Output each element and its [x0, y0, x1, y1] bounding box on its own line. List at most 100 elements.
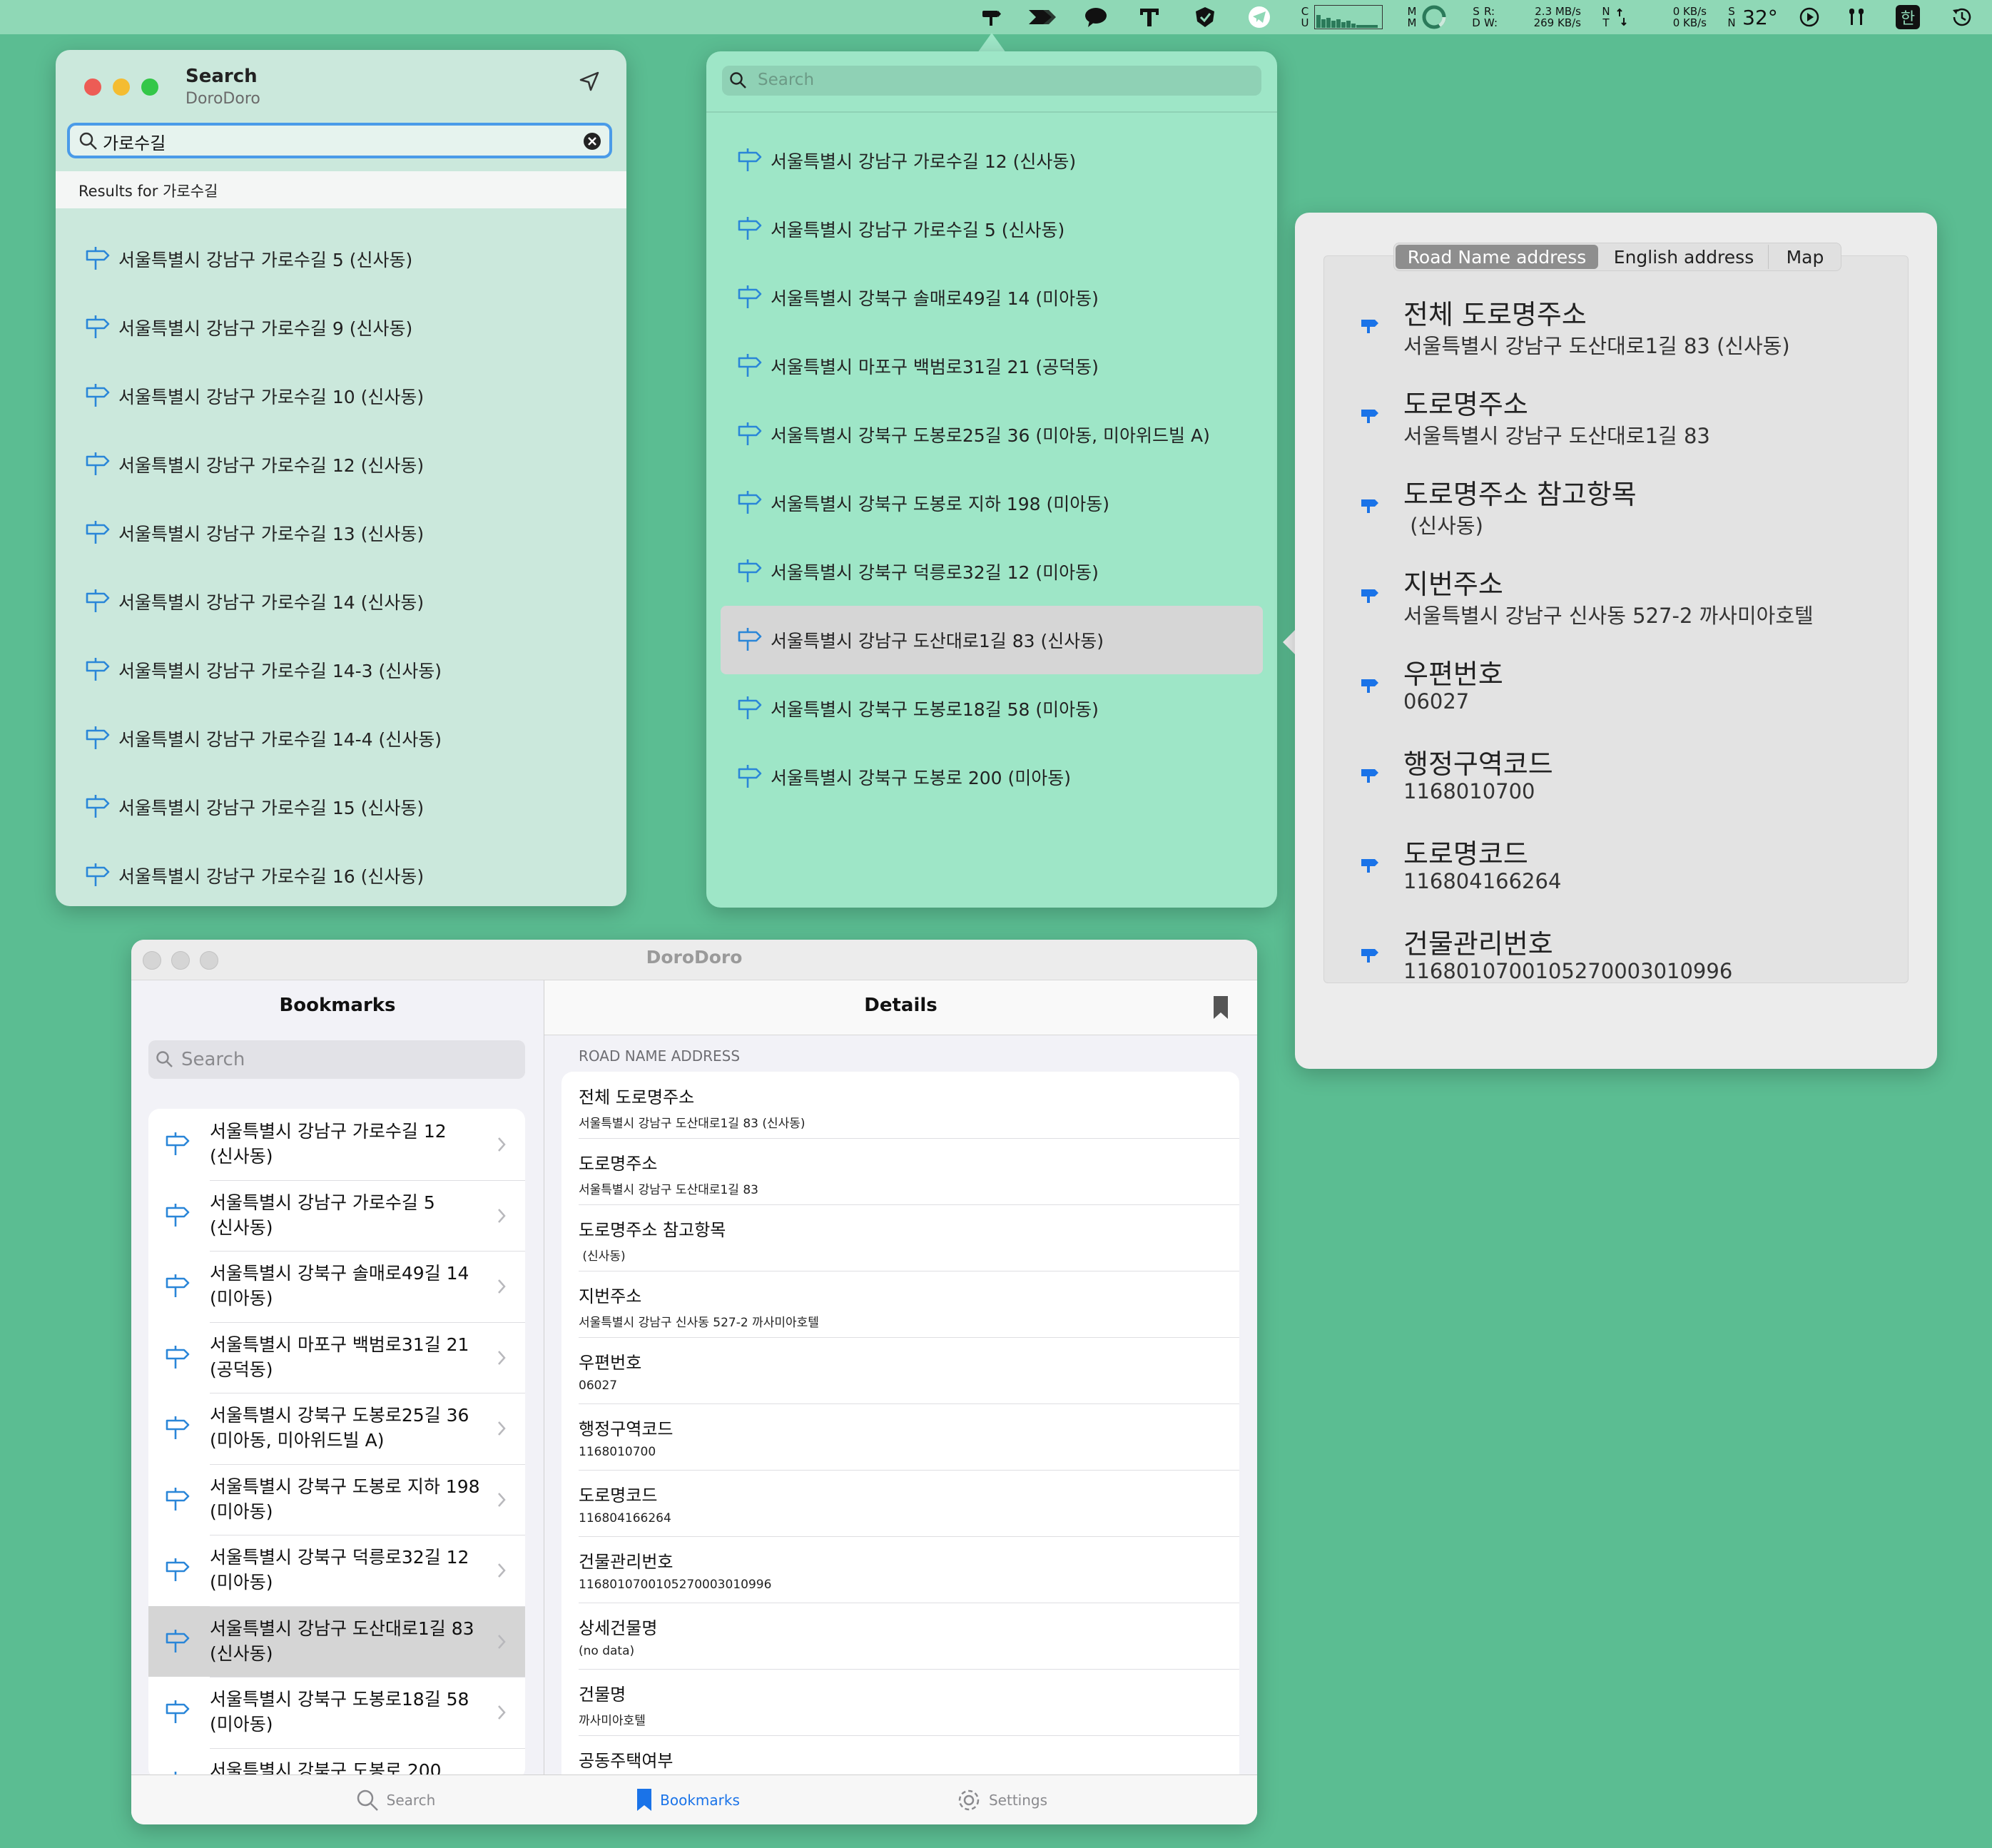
row-separator	[210, 1463, 525, 1465]
bookmark-icon[interactable]	[1211, 995, 1230, 1020]
direct-icon[interactable]	[1025, 0, 1059, 34]
tab-search[interactable]: Search	[345, 1781, 445, 1819]
detail-row[interactable]: 건물관리번호 1168010700105270003010996	[561, 1536, 1239, 1603]
signpost-icon	[163, 1556, 191, 1585]
detail-field: 도로명주소 서울특별시 강남구 도산대로1길 83	[1323, 380, 1909, 465]
bookmark-row[interactable]: 서울특별시 강남구 도산대로1길 83 (신사동)	[148, 1605, 525, 1677]
bookmark-line2: (미아동)	[210, 1714, 273, 1735]
result-label: 서울특별시 강남구 가로수길 16 (신사동)	[118, 866, 425, 887]
tab-settings[interactable]: Settings	[952, 1781, 1052, 1819]
cpu-graph[interactable]	[1313, 0, 1384, 34]
close-button[interactable]	[84, 78, 101, 96]
tab-settings-label: Settings	[988, 1792, 1048, 1809]
bookmark-row[interactable]: 서울특별시 강북구 도봉로25길 36 (미아동, 미아위드빌 A)	[148, 1393, 525, 1463]
detail-row[interactable]: 지번주소 서울특별시 강남구 신사동 527-2 까사미아호텔	[561, 1271, 1239, 1337]
bookmark-row[interactable]: 서울특별시 강북구 솔매로49길 14 (미아동)	[148, 1251, 525, 1321]
tab-map[interactable]: Map	[1769, 245, 1841, 269]
chevron-right-icon	[498, 1492, 506, 1507]
bookmark-row[interactable]: 서울특별시 강북구 도봉로 지하 198 (미아동)	[148, 1463, 525, 1535]
result-row[interactable]: 서울특별시 강남구 가로수길 14 (신사동)	[56, 567, 626, 636]
detail-row[interactable]: 도로명주소 참고항목 (신사동)	[561, 1204, 1239, 1271]
bookmark-line1: 서울특별시 강남구 가로수길 12	[210, 1121, 447, 1142]
bookmark-row[interactable]: 서울특별시 강북구 덕릉로32길 12 (미아동)	[148, 1535, 525, 1605]
popover-item[interactable]: 서울특별시 강북구 도봉로25길 36 (미아동, 미아위드빌 A)	[721, 400, 1263, 469]
signpost-icon	[163, 1344, 191, 1372]
popover-item-label: 서울특별시 강남구 도산대로1길 83 (신사동)	[771, 631, 1104, 651]
signpost-icon	[83, 724, 111, 753]
detail-row[interactable]: 전체 도로명주소 서울특별시 강남구 도산대로1길 83 (신사동)	[561, 1072, 1239, 1138]
bookmark-row[interactable]: 서울특별시 마포구 백범로31길 21 (공덕동)	[148, 1321, 525, 1393]
popover-item[interactable]: 서울특별시 마포구 백범로31길 21 (공덕동)	[721, 332, 1263, 400]
bookmark-line1: 서울특별시 마포구 백범로31길 21	[210, 1334, 469, 1355]
play-icon[interactable]	[1794, 0, 1825, 34]
result-row[interactable]: 서울특별시 강남구 가로수길 9 (신사동)	[56, 293, 626, 362]
detail-field-label: 도로명주소	[1403, 389, 1528, 420]
minimize-button[interactable]	[113, 78, 130, 96]
details-pane: Details ROAD NAME ADDRESS 전체 도로명주소 서울특별시 …	[544, 980, 1257, 1775]
result-row[interactable]: 서울특별시 강남구 가로수길 15 (신사동)	[56, 773, 626, 841]
memory-ring-icon[interactable]	[1420, 0, 1448, 34]
popover-item[interactable]: 서울특별시 강북구 덕릉로32길 12 (미아동)	[721, 537, 1263, 606]
result-row[interactable]: 서울특별시 강남구 가로수길 13 (신사동)	[56, 499, 626, 567]
result-row[interactable]: 서울특별시 강남구 가로수길 14-3 (신사동)	[56, 636, 626, 704]
detail-row[interactable]: 우편번호 06027	[561, 1337, 1239, 1403]
search-query[interactable]: 가로수길	[103, 129, 166, 154]
vpn-icon[interactable]	[1190, 0, 1220, 34]
popover-item[interactable]: 서울특별시 강남구 가로수길 5 (신사동)	[721, 195, 1263, 263]
search-field[interactable]: 가로수길	[67, 123, 612, 158]
sidebar-search-field[interactable]: Search	[148, 1040, 525, 1079]
chevron-right-icon	[498, 1208, 506, 1223]
result-row[interactable]: 서울특별시 강남구 가로수길 14-4 (신사동)	[56, 704, 626, 773]
result-row[interactable]: 서울특별시 강남구 가로수길 10 (신사동)	[56, 362, 626, 430]
clear-icon[interactable]	[582, 131, 602, 151]
signpost-icon	[163, 1486, 191, 1514]
bookmark-row[interactable]: 서울특별시 강북구 도봉로 200	[148, 1747, 525, 1775]
detail-field-value: 06027	[1403, 689, 1470, 714]
popover-item[interactable]: 서울특별시 강북구 솔매로49길 14 (미아동)	[721, 263, 1263, 332]
result-row[interactable]: 서울특별시 강남구 가로수길 12 (신사동)	[56, 430, 626, 499]
net-rates[interactable]: 0 KB/s 0 KB/s	[1641, 0, 1707, 34]
tab-road-name[interactable]: Road Name address	[1396, 245, 1598, 269]
popover-item[interactable]: 서울특별시 강북구 도봉로 200 (미아동)	[721, 743, 1263, 811]
menubar-popover: Search 서울특별시 강남구 가로수길 12 (신사동) 서울특별시 강남구 …	[706, 51, 1277, 908]
airpods-icon[interactable]	[1841, 0, 1872, 34]
result-label: 서울특별시 강남구 가로수길 14-3 (신사동)	[118, 661, 442, 681]
disk-rates[interactable]: 2.3 MB/s 269 KB/s	[1510, 0, 1581, 34]
detail-row[interactable]: 도로명주소 서울특별시 강남구 도산대로1길 83	[561, 1138, 1239, 1204]
temperature[interactable]: 32°	[1739, 0, 1781, 34]
bookmark-icon	[637, 1789, 652, 1811]
time-machine-icon[interactable]	[1946, 0, 1978, 34]
zoom-button[interactable]	[141, 78, 158, 96]
bookmark-row[interactable]: 서울특별시 강남구 가로수길 12 (신사동)	[148, 1109, 525, 1179]
typora-icon[interactable]	[1134, 0, 1164, 34]
detail-row[interactable]: 상세건물명 (no data)	[561, 1603, 1239, 1669]
tab-english[interactable]: English address	[1600, 245, 1769, 269]
popover-search-field[interactable]: Search	[722, 66, 1261, 96]
popover-item-label: 서울특별시 강남구 가로수길 5 (신사동)	[771, 220, 1065, 240]
chevron-right-icon	[498, 1421, 506, 1436]
telegram-icon[interactable]	[1244, 0, 1274, 34]
signpost-icon	[735, 694, 763, 723]
results-header-label: Results for 가로수길	[78, 183, 218, 200]
result-row[interactable]: 서울특별시 강남구 가로수길 16 (신사동)	[56, 841, 626, 906]
bookmark-row[interactable]: 서울특별시 강남구 가로수길 5 (신사동)	[148, 1179, 525, 1251]
detail-row[interactable]: 공동주택여부	[561, 1735, 1239, 1775]
location-arrow-icon[interactable]	[576, 68, 602, 94]
popover-item[interactable]: 서울특별시 강남구 도산대로1길 83 (신사동)	[721, 606, 1263, 674]
popover-item[interactable]: 서울특별시 강남구 가로수길 12 (신사동)	[721, 126, 1263, 195]
details-list: 전체 도로명주소 서울특별시 강남구 도산대로1길 83 (신사동) 도로명주소 서울…	[561, 1072, 1239, 1775]
detail-row[interactable]: 행정구역코드 1168010700	[561, 1403, 1239, 1470]
window-title: Search	[186, 66, 258, 87]
detail-row[interactable]: 건물명 까사미아호텔	[561, 1669, 1239, 1735]
input-source[interactable]: 한	[1892, 0, 1924, 34]
search-icon	[79, 132, 97, 150]
signpost-icon[interactable]	[976, 0, 1006, 34]
detail-row[interactable]: 도로명코드 116804166264	[561, 1470, 1239, 1536]
popover-item[interactable]: 서울특별시 강북구 도봉로18길 58 (미아동)	[721, 674, 1263, 743]
popover-item[interactable]: 서울특별시 강북구 도봉로 지하 198 (미아동)	[721, 469, 1263, 537]
result-label: 서울특별시 강남구 가로수길 15 (신사동)	[118, 798, 425, 818]
result-row[interactable]: 서울특별시 강남구 가로수길 5 (신사동)	[56, 225, 626, 293]
chat-icon[interactable]	[1080, 0, 1112, 34]
tab-bookmarks[interactable]: Bookmarks	[631, 1781, 745, 1819]
bookmark-row[interactable]: 서울특별시 강북구 도봉로18길 58 (미아동)	[148, 1677, 525, 1747]
